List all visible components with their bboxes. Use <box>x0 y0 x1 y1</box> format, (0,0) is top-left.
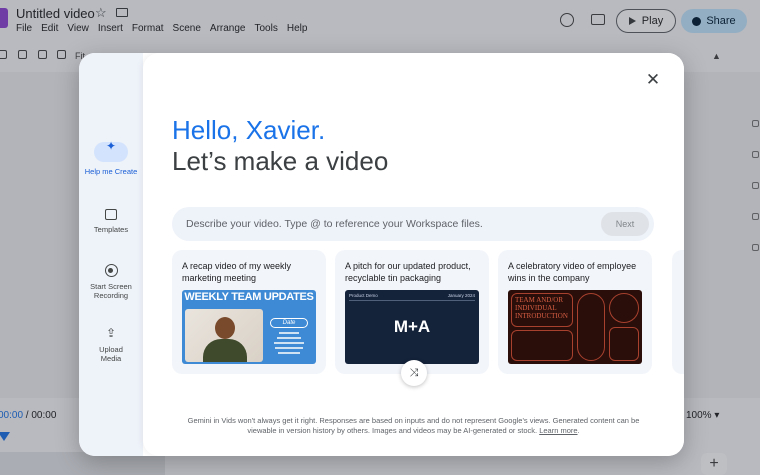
sidebar-item-screen-recording[interactable]: Start Screen Recording <box>79 264 143 300</box>
sidebar-item-label: Start Screen Recording <box>90 282 132 300</box>
thumbnail-header: WEEKLY TEAM UPDATES <box>184 291 314 303</box>
upload-icon: ⇪ <box>105 326 117 340</box>
card-thumbnail: WEEKLY TEAM UPDATES Date <box>182 290 316 364</box>
sidebar-item-label: Help me Create <box>84 167 138 176</box>
record-icon <box>104 264 118 277</box>
suggestion-card-celebration[interactable]: A celebratory video of employee wins in … <box>498 250 652 374</box>
prompt-box: Next <box>172 207 654 241</box>
thumbnail-logo-text: M+A <box>393 317 431 336</box>
card-thumbnail: TEAM AND/OR INDIVIDUAL INTRODUCTION <box>508 290 642 364</box>
sidebar-item-label: Upload Media <box>99 345 123 363</box>
page-title: Let’s make a video <box>172 146 389 176</box>
templates-icon <box>105 209 117 220</box>
card-title: A recap video of my weekly marketing mee… <box>182 261 292 283</box>
card-title: A pitch for our updated product, recycla… <box>345 261 471 283</box>
sidebar-item-help-me-create[interactable]: ✦ Help me Create <box>79 140 143 176</box>
card-title: A celebratory video of employee wins in … <box>508 261 637 283</box>
thumbnail-label-left: Product Demo <box>349 293 378 298</box>
presenter-photo <box>185 309 263 362</box>
prompt-input[interactable] <box>186 215 586 233</box>
sidebar-item-templates[interactable]: Templates <box>79 209 143 234</box>
thumbnail-text-lines <box>270 332 308 357</box>
greeting: Hello, Xavier. <box>172 115 326 145</box>
learn-more-link[interactable]: Learn more <box>539 426 577 435</box>
shuffle-icon[interactable]: ⤨ <box>401 360 427 386</box>
sidebar-item-upload-media[interactable]: ⇪ Upload Media <box>79 326 143 364</box>
suggestion-card-partial[interactable] <box>672 250 684 374</box>
card-thumbnail: Product Demo January 2024 M+A <box>345 290 479 364</box>
thumbnail-date-pill: Date <box>270 318 308 328</box>
thumbnail-text: TEAM AND/OR INDIVIDUAL INTRODUCTION <box>515 296 568 320</box>
dialog-main: ✕ Hello, Xavier. Let’s make a video Next… <box>143 53 684 456</box>
suggestion-card-pitch[interactable]: A pitch for our updated product, recycla… <box>335 250 489 374</box>
suggestion-card-recap[interactable]: A recap video of my weekly marketing mee… <box>172 250 326 374</box>
next-button[interactable]: Next <box>601 212 649 236</box>
dialog-sidebar: ✦ Help me Create Templates Start Screen … <box>79 53 143 456</box>
ai-disclaimer: Gemini in Vids won't always get it right… <box>187 416 640 435</box>
sparkle-icon: ✦ <box>94 140 128 162</box>
thumbnail-label-right: January 2024 <box>447 293 475 298</box>
close-icon[interactable]: ✕ <box>644 71 662 89</box>
sidebar-item-label: Templates <box>93 225 129 234</box>
create-video-dialog: ✦ Help me Create Templates Start Screen … <box>79 53 684 456</box>
